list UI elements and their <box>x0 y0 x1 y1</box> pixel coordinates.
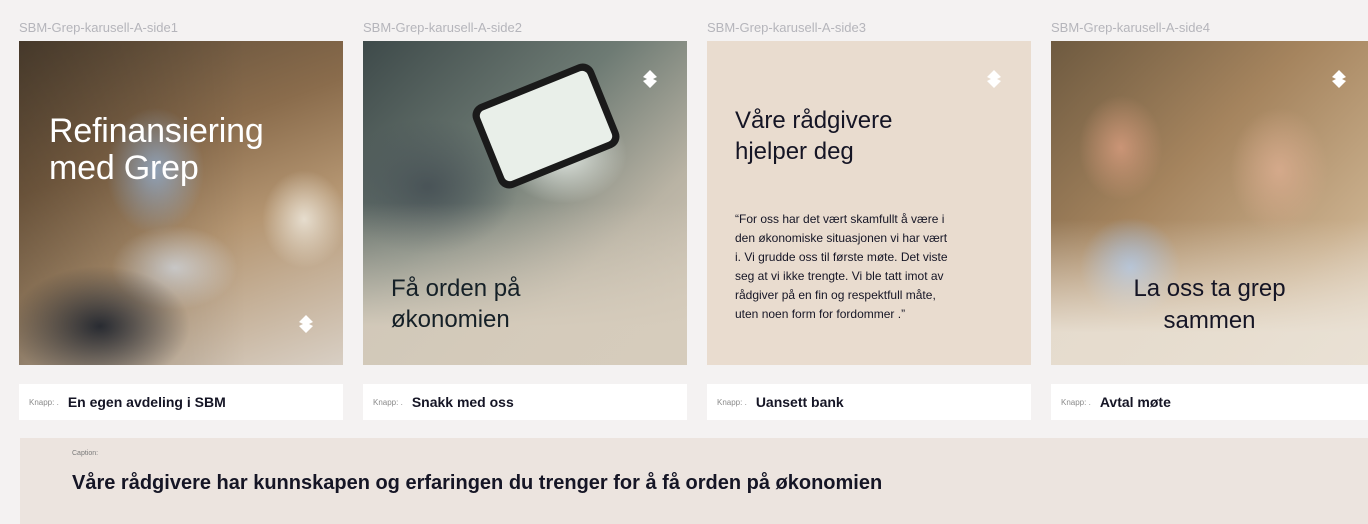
button-label: En egen avdeling i SBM <box>67 394 226 410</box>
button-label: Uansett bank <box>755 394 844 410</box>
slide-title: Få orden på økonomien <box>391 273 520 335</box>
frame-label[interactable]: SBM-Grep-karusell-A-side3 <box>707 20 866 35</box>
frame-label[interactable]: SBM-Grep-karusell-A-side4 <box>1051 20 1210 35</box>
slide-title-line: Våre rådgivere <box>735 107 893 134</box>
photo-overlay <box>19 41 343 365</box>
quote-line: uten noen form for fordommer .” <box>735 307 906 321</box>
slide-title-line: La oss ta grep <box>1133 275 1286 302</box>
quote-line: i. Vi grudde oss til første møte. Det vi… <box>735 250 948 264</box>
quote-line: seg at vi ikke trengte. Vi ble tatt imot… <box>735 269 944 283</box>
slide-title: Refinansiering med Grep <box>49 113 264 187</box>
grep-diamond-logo-icon <box>984 69 1004 89</box>
caption-panel[interactable]: Caption: Våre rådgivere har kunnskapen o… <box>20 438 1368 524</box>
button-prefix: Knapp: . <box>373 397 403 407</box>
quote-line: den økonomiske situasjonen vi har vært <box>735 231 948 245</box>
slide-quote-3[interactable]: Våre rådgivere hjelper deg “For oss har … <box>707 41 1031 365</box>
slide-image-2[interactable]: Få orden på økonomien <box>363 41 687 365</box>
slide-title-line: Refinansiering <box>49 112 264 150</box>
slide-title: Våre rådgivere hjelper deg <box>735 105 892 167</box>
button-bar[interactable]: Knapp: . Avtal møte <box>1051 384 1368 420</box>
caption-label: Caption: <box>72 450 99 457</box>
quote-line: “For oss har det vært skamfullt å være i <box>735 212 945 226</box>
frame-label[interactable]: SBM-Grep-karusell-A-side1 <box>19 20 178 35</box>
slide-title-line: Få orden på <box>391 275 521 302</box>
grep-diamond-logo-icon <box>1329 69 1349 89</box>
phone-screen <box>477 69 615 183</box>
slide-title-line: økonomien <box>391 306 510 333</box>
caption-text: Våre rådgivere har kunnskapen og erfarin… <box>72 472 883 494</box>
slide-title-line: med Grep <box>49 149 199 187</box>
slide-image-1[interactable]: Refinansiering med Grep <box>19 41 343 365</box>
quote-line: rådgiver på en fin og respektfull måte, <box>735 288 936 302</box>
button-label: Avtal møte <box>1099 394 1171 410</box>
button-bar[interactable]: Knapp: . Snakk med oss <box>363 384 687 420</box>
grep-diamond-logo-icon <box>296 314 316 334</box>
button-bar[interactable]: Knapp: . Uansett bank <box>707 384 1031 420</box>
frame-label[interactable]: SBM-Grep-karusell-A-side2 <box>363 20 522 35</box>
phone-illustration <box>468 59 624 193</box>
button-label: Snakk med oss <box>411 394 514 410</box>
button-prefix: Knapp: . <box>1061 397 1091 407</box>
testimonial-quote: “For oss har det vært skamfullt å være i… <box>735 210 1011 324</box>
slide-title: La oss ta grep sammen <box>1051 273 1368 337</box>
slide-image-4[interactable]: La oss ta grep sammen <box>1051 41 1368 365</box>
slide-title-line: hjelper deg <box>735 138 854 165</box>
button-bar[interactable]: Knapp: . En egen avdeling i SBM <box>19 384 343 420</box>
grep-diamond-logo-icon <box>640 69 660 89</box>
slide-title-line: sammen <box>1163 307 1256 334</box>
button-prefix: Knapp: . <box>29 397 59 407</box>
button-prefix: Knapp: . <box>717 397 747 407</box>
